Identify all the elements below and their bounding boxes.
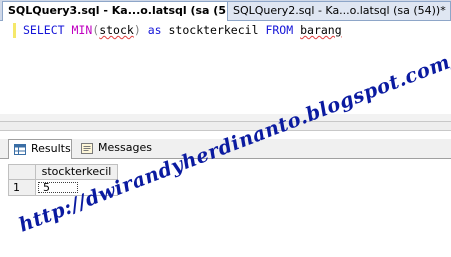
editor-horizontal-scrollbar[interactable] (0, 114, 451, 121)
grid-icon (14, 144, 26, 155)
document-tab-strip: SQLQuery3.sql - Ka...o.latsql (sa (51))*… (0, 0, 451, 21)
cell-focus-outline (38, 182, 78, 193)
row-number-1[interactable]: 1 (8, 179, 36, 196)
grid-corner-header[interactable] (8, 164, 36, 180)
tab-results-label: Results (31, 142, 71, 155)
function-min: MIN (71, 23, 93, 37)
tab-messages-label: Messages (98, 141, 152, 154)
messages-icon (81, 143, 93, 154)
column-header-stockterkecil[interactable]: stockterkecil (35, 164, 118, 180)
tab-sqlquery2-label: SQLQuery2.sql - Ka...o.latsql (sa (54))* (233, 4, 446, 17)
tab-results[interactable]: Results (8, 139, 72, 159)
tab-sqlquery2[interactable]: SQLQuery2.sql - Ka...o.latsql (sa (54))* (227, 1, 451, 20)
tab-sqlquery3-label: SQLQuery3.sql - Ka...o.latsql (sa (51))* (8, 4, 228, 17)
results-tab-strip: Results Messages (0, 139, 451, 159)
keyword-as: as (147, 23, 162, 37)
tab-messages[interactable]: Messages (76, 139, 156, 159)
pane-splitter[interactable] (0, 121, 451, 131)
changed-line-marker (13, 23, 16, 38)
query-text[interactable]: SELECT MIN(stock) as stockterkecil FROM … (23, 23, 342, 38)
tab-sqlquery3[interactable]: SQLQuery3.sql - Ka...o.latsql (sa (51))* (2, 1, 228, 21)
paren-close: ) (133, 23, 141, 37)
keyword-from: FROM (265, 23, 294, 37)
column-alias: stockterkecil (168, 23, 259, 37)
table-name: barang (300, 23, 342, 37)
keyword-select: SELECT (23, 23, 65, 37)
column-stock: stock (99, 23, 134, 37)
